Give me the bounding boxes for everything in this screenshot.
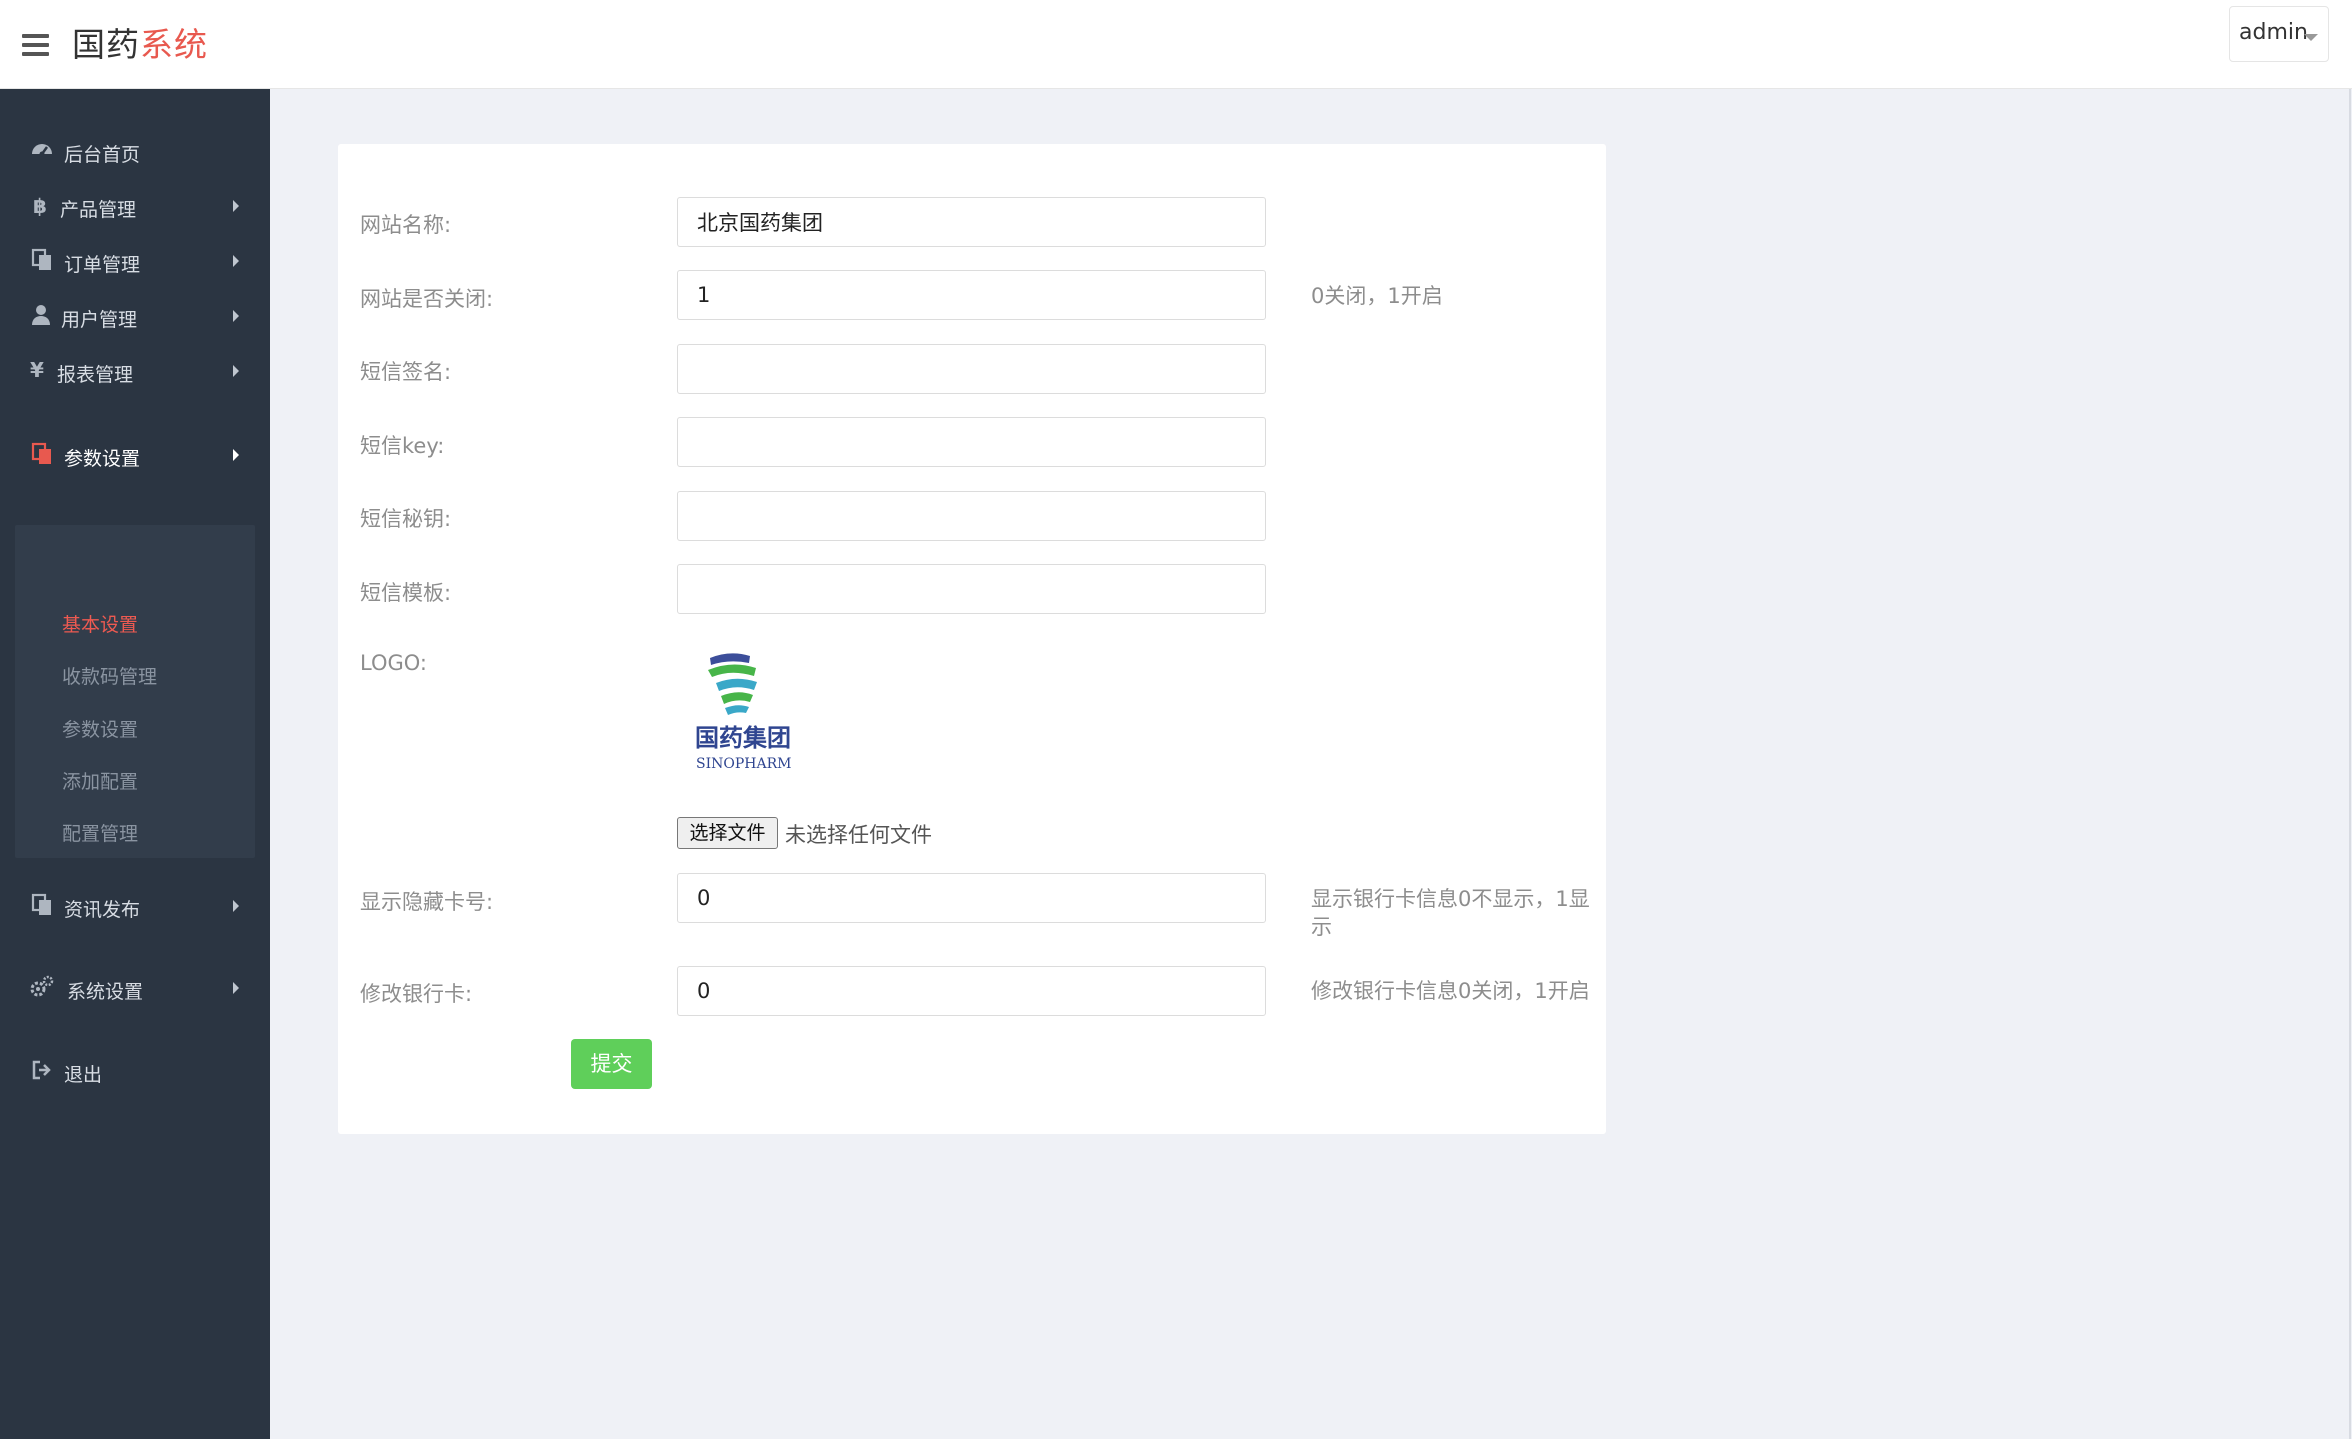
sms-sign-input[interactable] — [677, 344, 1266, 394]
sinopharm-logo-image: 国药集团 SINOPHARM — [695, 653, 791, 772]
menu-toggle-icon[interactable] — [22, 34, 49, 56]
sidebar-item-orders[interactable]: 订单管理 — [0, 232, 270, 292]
submenu-item-basic-settings[interactable]: 基本设置 — [62, 610, 138, 637]
submenu-item-config-manage[interactable]: 配置管理 — [62, 819, 138, 846]
sms-secret-input[interactable] — [677, 491, 1266, 541]
sidebar-item-reports[interactable]: ¥ 报表管理 — [0, 342, 270, 402]
chevron-right-icon — [233, 255, 239, 267]
sidebar-item-products[interactable]: ฿ 产品管理 — [0, 177, 270, 237]
file-status-text: 未选择任何文件 — [785, 823, 932, 847]
sidebar-item-label: 后台首页 — [64, 144, 141, 166]
site-closed-hint: 0关闭，1开启 — [1311, 284, 1443, 308]
sms-sign-label: 短信签名: — [360, 360, 452, 384]
gears-icon — [30, 975, 54, 997]
site-name-input[interactable] — [677, 197, 1266, 247]
sidebar-item-label: 用户管理 — [61, 309, 138, 331]
hide-card-label: 显示隐藏卡号: — [360, 890, 494, 914]
copy-icon — [31, 893, 51, 915]
sidebar-item-params[interactable]: 参数设置 — [0, 426, 270, 486]
sidebar-item-label: 参数设置 — [64, 448, 141, 470]
edit-card-label: 修改银行卡: — [360, 982, 473, 1006]
chevron-right-icon — [233, 900, 239, 912]
chevron-right-icon — [233, 449, 239, 461]
copy-icon — [31, 442, 51, 464]
choose-file-button[interactable]: 选择文件 — [677, 817, 778, 849]
sidebar-item-users[interactable]: 用户管理 — [0, 287, 270, 347]
chevron-right-icon — [233, 310, 239, 322]
page-right-border — [2349, 89, 2351, 1439]
sidebar-item-logout[interactable]: 退出 — [0, 1042, 270, 1102]
dashboard-icon — [32, 144, 52, 157]
sidebar-item-label: 报表管理 — [57, 364, 134, 386]
sidebar-item-system[interactable]: 系统设置 — [0, 959, 270, 1019]
sidebar-item-dashboard[interactable]: 后台首页 — [0, 122, 270, 182]
logo-text-cn: 国药集团 — [695, 724, 791, 752]
user-name: admin — [2239, 20, 2308, 45]
sms-key-label: 短信key: — [360, 434, 445, 458]
sidebar-item-label: 退出 — [64, 1064, 103, 1086]
caret-down-icon — [2304, 34, 2318, 41]
submenu-item-add-config[interactable]: 添加配置 — [62, 767, 138, 794]
site-name-label: 网站名称: — [360, 213, 452, 237]
svg-text:¥: ¥ — [30, 358, 44, 382]
hide-card-hint-line1: 显示银行卡信息0不显示，1显 — [1311, 887, 1590, 911]
chevron-right-icon — [233, 200, 239, 212]
edit-card-hint: 修改银行卡信息0关闭，1开启 — [1311, 979, 1590, 1003]
sidebar-item-news[interactable]: 资讯发布 — [0, 877, 270, 937]
brand-accent: 系统 — [140, 25, 208, 64]
submenu-item-payment-codes[interactable]: 收款码管理 — [62, 662, 157, 689]
chevron-right-icon — [233, 365, 239, 377]
hide-card-input[interactable] — [677, 873, 1266, 923]
brand-main: 国药 — [72, 25, 140, 64]
sms-secret-label: 短信秘钥: — [360, 507, 452, 531]
site-closed-input[interactable] — [677, 270, 1266, 320]
logo-preview: 国药集团 SINOPHARM — [677, 646, 827, 781]
sidebar-item-label: 订单管理 — [64, 254, 141, 276]
top-bar: 国药系统 admin — [0, 0, 2352, 89]
sidebar-item-label: 产品管理 — [60, 199, 137, 221]
logo-text-en: SINOPHARM — [696, 756, 791, 772]
sign-out-icon — [32, 1060, 51, 1080]
submenu-panel — [15, 525, 255, 858]
hide-card-hint: 显示银行卡信息0不显示，1显 示 — [1311, 885, 1590, 941]
sidebar-item-label: 资讯发布 — [64, 899, 141, 921]
submenu-item-param-settings[interactable]: 参数设置 — [62, 715, 138, 742]
copy-icon — [31, 248, 51, 270]
brand-title: 国药系统 — [72, 24, 208, 66]
bitcoin-icon: ฿ — [33, 194, 47, 217]
hide-card-hint-line2: 示 — [1311, 915, 1332, 939]
sms-template-input[interactable] — [677, 564, 1266, 614]
edit-card-input[interactable] — [677, 966, 1266, 1016]
sms-template-label: 短信模板: — [360, 581, 452, 605]
chevron-right-icon — [233, 982, 239, 994]
user-dropdown[interactable]: admin — [2229, 6, 2329, 62]
sms-key-input[interactable] — [677, 417, 1266, 467]
site-closed-label: 网站是否关闭: — [360, 287, 494, 311]
sidebar: 后台首页 ฿ 产品管理 订单管理 用户管理 ¥ 报表管理 参数设置 基本设置 收… — [0, 89, 270, 1439]
user-icon — [32, 305, 50, 325]
yen-icon: ¥ — [30, 358, 44, 382]
sidebar-item-label: 系统设置 — [67, 981, 144, 1003]
svg-text:฿: ฿ — [33, 194, 47, 217]
logo-label: LOGO: — [360, 651, 427, 675]
submit-button[interactable]: 提交 — [571, 1039, 652, 1089]
